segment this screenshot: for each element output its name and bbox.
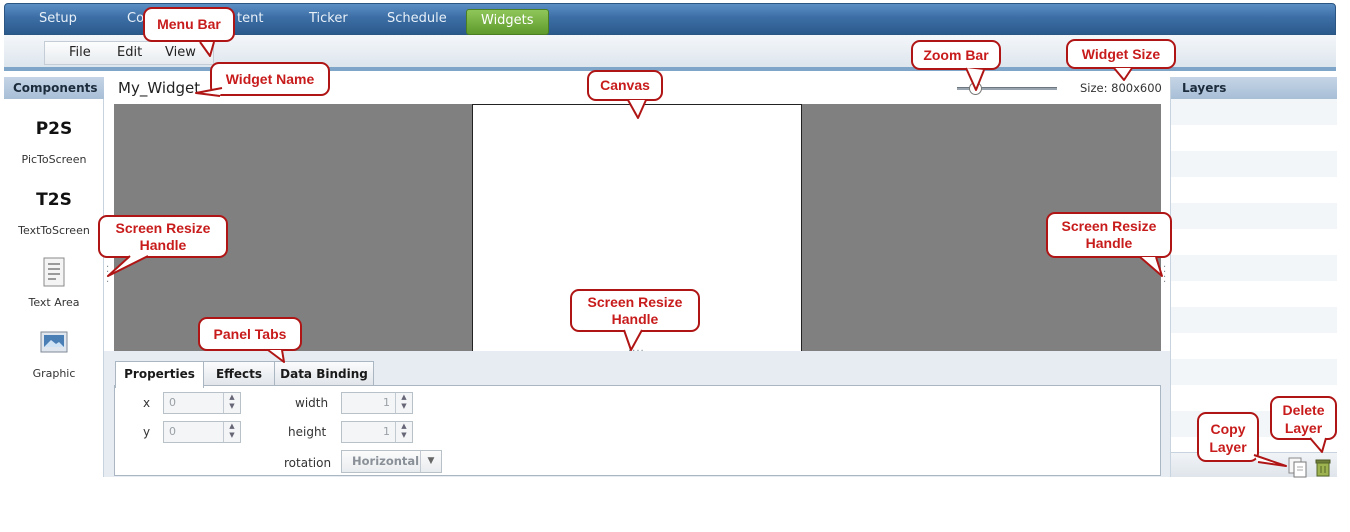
annotation-pointers xyxy=(107,41,1327,467)
